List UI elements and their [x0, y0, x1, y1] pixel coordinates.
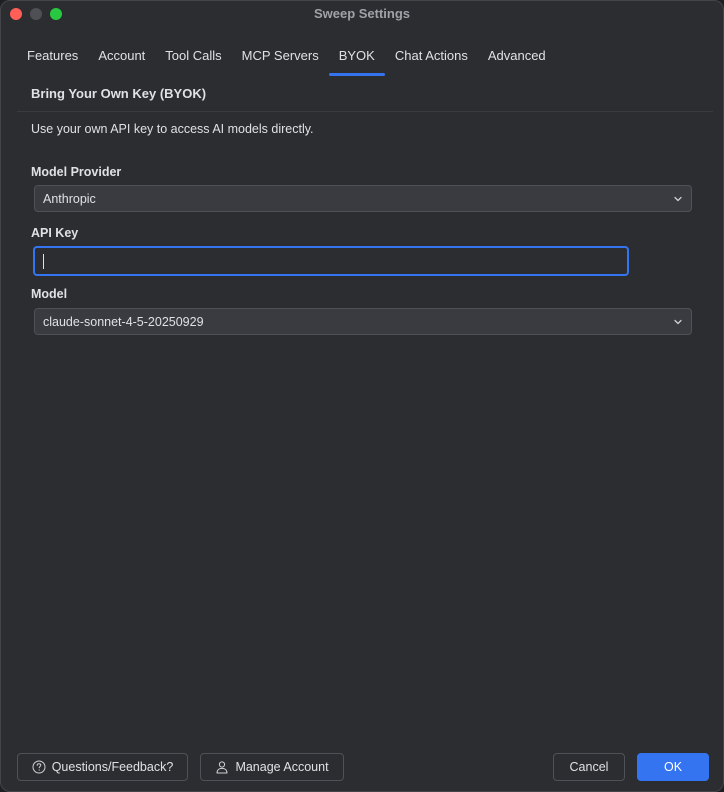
model-label: Model	[31, 287, 68, 301]
tab-advanced[interactable]: Advanced	[478, 39, 556, 73]
title-bar: Sweep Settings	[1, 1, 723, 27]
window-title: Sweep Settings	[313, 6, 411, 21]
manage-account-button[interactable]: Manage Account	[200, 753, 344, 781]
feedback-button[interactable]: Questions/Feedback?	[17, 753, 188, 781]
tab-chat-actions[interactable]: Chat Actions	[385, 39, 478, 73]
cancel-button[interactable]: Cancel	[553, 753, 625, 781]
text-cursor	[43, 254, 44, 269]
model-provider-value: Anthropic	[43, 192, 96, 206]
model-value: claude-sonnet-4-5-20250929	[43, 315, 204, 329]
question-circle-icon	[32, 760, 46, 774]
section-title: Bring Your Own Key (BYOK)	[31, 86, 207, 101]
ok-button-label: OK	[663, 760, 683, 774]
manage-account-label: Manage Account	[235, 760, 329, 774]
tab-account[interactable]: Account	[88, 39, 155, 73]
section-description: Use your own API key to access AI models…	[31, 122, 314, 136]
tab-features[interactable]: Features	[17, 39, 88, 73]
chevron-down-icon	[674, 319, 682, 325]
tab-bar: Features Account Tool Calls MCP Servers …	[17, 39, 723, 77]
model-select[interactable]: claude-sonnet-4-5-20250929	[34, 308, 692, 335]
api-key-input[interactable]	[33, 246, 629, 276]
model-provider-label: Model Provider	[31, 165, 122, 179]
tab-mcp-servers[interactable]: MCP Servers	[232, 39, 329, 73]
ok-button[interactable]: OK	[637, 753, 709, 781]
tab-byok[interactable]: BYOK	[328, 39, 385, 76]
person-icon	[216, 761, 228, 774]
byok-panel: Bring Your Own Key (BYOK) Use your own A…	[17, 77, 713, 737]
tab-tool-calls[interactable]: Tool Calls	[155, 39, 231, 73]
cancel-button-label: Cancel	[569, 760, 609, 774]
chevron-down-icon	[674, 196, 682, 202]
api-key-label: API Key	[31, 226, 79, 240]
settings-window: Sweep Settings Features Account Tool Cal…	[0, 0, 724, 792]
dialog-footer: Questions/Feedback? Manage Account Cance…	[1, 751, 723, 785]
section-divider	[17, 111, 713, 112]
model-provider-select[interactable]: Anthropic	[34, 185, 692, 212]
feedback-button-label: Questions/Feedback?	[51, 760, 174, 774]
